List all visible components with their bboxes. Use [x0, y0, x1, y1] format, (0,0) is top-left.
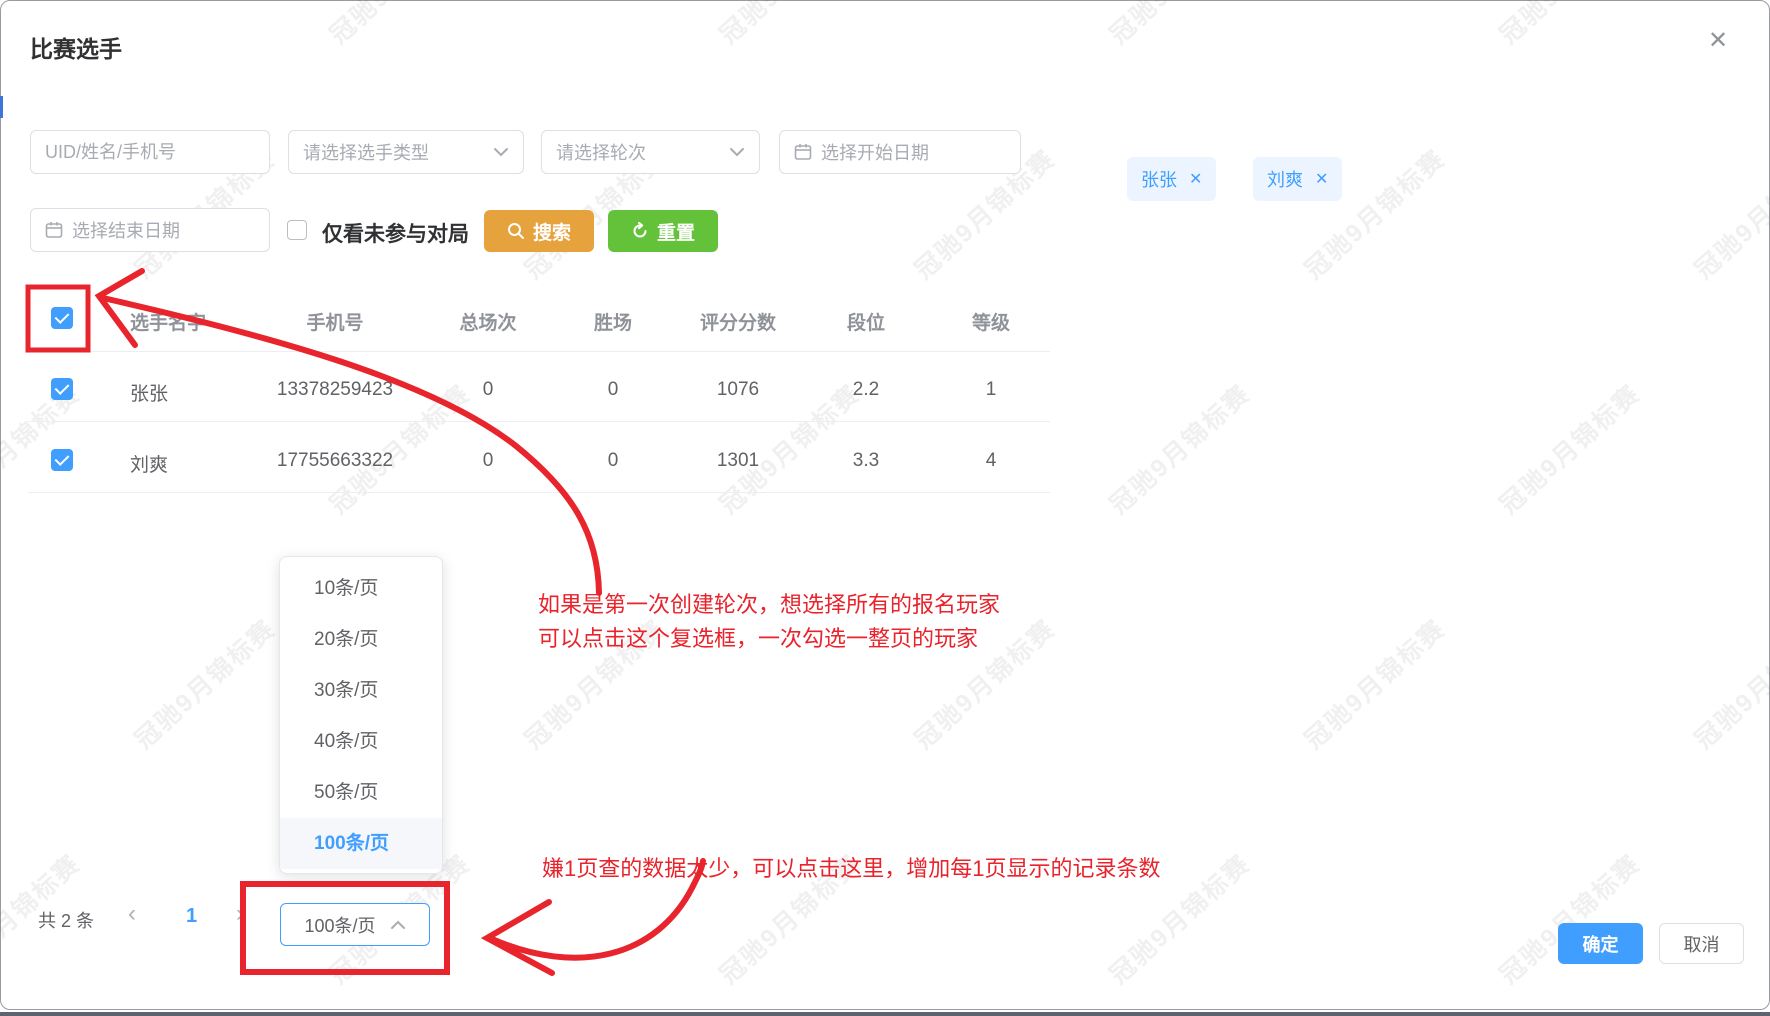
selected-player-tag: 刘爽 ✕ [1253, 157, 1342, 201]
prev-page-icon[interactable]: ‹ [128, 900, 136, 928]
page-size-option[interactable]: 30条/页 [280, 665, 442, 716]
selected-player-tag: 张张 ✕ [1127, 157, 1216, 201]
only-unplayed-label: 仅看未参与对局 [322, 218, 469, 248]
keyword-input[interactable] [30, 130, 270, 174]
search-button-label: 搜索 [533, 218, 571, 245]
tag-label: 张张 [1141, 166, 1177, 192]
cell-total: 0 [428, 379, 548, 401]
confirm-button[interactable]: 确定 [1558, 923, 1643, 964]
screen: 冠驰9月锦标赛冠驰9月锦标赛冠驰9月锦标赛冠驰9月锦标赛冠驰9月锦标赛冠驰9月锦… [0, 0, 1770, 1016]
cell-wins: 0 [553, 450, 673, 472]
round-select[interactable]: 请选择轮次 [541, 130, 760, 174]
cell-wins: 0 [553, 379, 673, 401]
page-size-option-selected[interactable]: 100条/页 [280, 818, 442, 869]
table-divider [28, 421, 1050, 422]
cell-level: 4 [931, 450, 1051, 472]
cell-name: 刘爽 [130, 450, 168, 477]
cell-dan: 2.2 [806, 379, 926, 401]
close-icon[interactable]: ✕ [1708, 26, 1728, 55]
keyword-input-field[interactable] [45, 142, 255, 163]
row-checkbox[interactable] [51, 449, 73, 471]
cell-phone: 17755663322 [255, 450, 415, 472]
player-type-select[interactable]: 请选择选手类型 [288, 130, 524, 174]
tag-close-icon[interactable]: ✕ [1315, 169, 1328, 189]
current-page[interactable]: 1 [186, 905, 197, 928]
chevron-up-icon [390, 920, 406, 930]
start-date-placeholder: 选择开始日期 [821, 139, 929, 165]
next-page-icon[interactable]: › [236, 900, 244, 928]
column-header: 段位 [806, 308, 926, 335]
column-header: 总场次 [428, 308, 548, 335]
column-header: 胜场 [553, 308, 673, 335]
end-date-placeholder: 选择结束日期 [72, 217, 180, 243]
page-title: 比赛选手 [30, 30, 122, 64]
column-header: 选手名字 [130, 308, 206, 335]
pagination-total: 共 2 条 [38, 907, 94, 933]
cell-phone: 13378259423 [255, 379, 415, 401]
search-icon [507, 222, 525, 240]
annotation-text-page-size: 嫌1页查的数据太少，可以点击这里，增加每1页显示的记录条数 [542, 852, 1160, 886]
refresh-icon [631, 222, 649, 240]
calendar-icon [794, 143, 812, 161]
cell-name: 张张 [130, 379, 168, 406]
page-size-option[interactable]: 20条/页 [280, 614, 442, 665]
table-divider [28, 351, 1050, 352]
calendar-icon [45, 221, 63, 239]
cell-total: 0 [428, 450, 548, 472]
end-date-picker[interactable]: 选择结束日期 [30, 208, 270, 252]
table-divider [28, 492, 1050, 493]
column-header: 等级 [931, 308, 1051, 335]
select-all-checkbox[interactable] [51, 307, 73, 329]
page-size-value: 100条/页 [304, 912, 375, 938]
page-size-option[interactable]: 40条/页 [280, 716, 442, 767]
page-size-option[interactable]: 50条/页 [280, 767, 442, 818]
column-header: 手机号 [255, 308, 415, 335]
only-unplayed-checkbox[interactable] [287, 220, 307, 240]
player-type-placeholder: 请选择选手类型 [303, 139, 429, 165]
chevron-down-icon [729, 147, 745, 157]
cell-level: 1 [931, 379, 1051, 401]
reset-button-label: 重置 [657, 218, 695, 245]
cell-score: 1076 [673, 379, 803, 401]
page-size-select[interactable]: 100条/页 [280, 903, 430, 946]
page-size-option[interactable]: 10条/页 [280, 563, 442, 614]
cell-dan: 3.3 [806, 450, 926, 472]
round-placeholder: 请选择轮次 [556, 139, 646, 165]
annotation-line: 可以点击这个复选框，一次勾选一整页的玩家 [538, 622, 1000, 656]
tag-close-icon[interactable]: ✕ [1189, 169, 1202, 189]
page-size-dropdown: 10条/页 20条/页 30条/页 40条/页 50条/页 100条/页 [279, 556, 443, 874]
search-button[interactable]: 搜索 [484, 210, 594, 252]
reset-button[interactable]: 重置 [608, 210, 718, 252]
annotation-line: 如果是第一次创建轮次，想选择所有的报名玩家 [538, 588, 1000, 622]
cancel-button[interactable]: 取消 [1659, 923, 1744, 964]
start-date-picker[interactable]: 选择开始日期 [779, 130, 1021, 174]
chevron-down-icon [493, 147, 509, 157]
row-checkbox[interactable] [51, 378, 73, 400]
tag-label: 刘爽 [1267, 166, 1303, 192]
column-header: 评分分数 [673, 308, 803, 335]
annotation-text-checkbox: 如果是第一次创建轮次，想选择所有的报名玩家 可以点击这个复选框，一次勾选一整页的… [538, 588, 1000, 656]
cell-score: 1301 [673, 450, 803, 472]
